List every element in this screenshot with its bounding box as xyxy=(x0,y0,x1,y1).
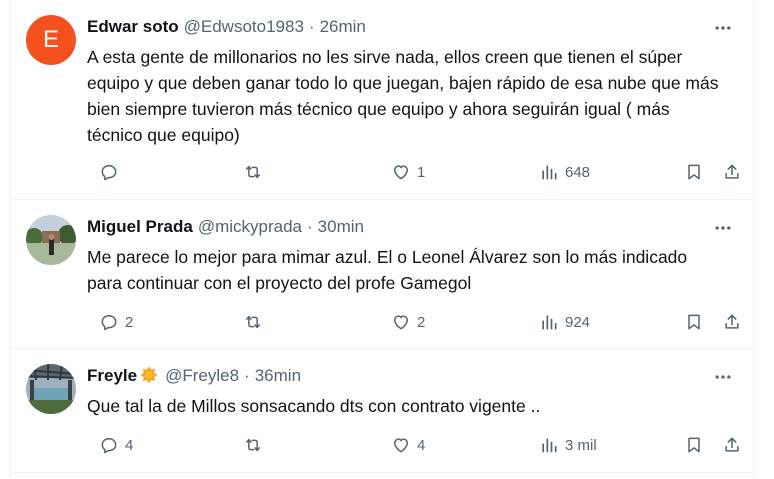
like-button[interactable]: 2 xyxy=(391,310,425,334)
more-options-button[interactable] xyxy=(711,367,735,387)
retweet-icon xyxy=(246,165,260,179)
bookmark-icon xyxy=(688,314,700,330)
reply-bubble-icon xyxy=(101,315,117,331)
heart-icon xyxy=(394,165,408,180)
tweet-header: Edwar soto @Edwsoto1983 · 26min xyxy=(87,16,366,38)
tweet-text: A esta gente de millonarios no les sirve… xyxy=(87,47,719,145)
avatar-photo-park xyxy=(26,215,76,265)
reply-count: 4 xyxy=(125,436,134,454)
views-chart-icon xyxy=(542,315,557,330)
share-button[interactable] xyxy=(722,160,742,184)
avatar-letter: E xyxy=(42,26,59,53)
more-horizontal-icon xyxy=(715,26,731,30)
more-options-button[interactable] xyxy=(711,18,735,38)
user-handle[interactable]: @Freyle8 xyxy=(165,366,239,386)
bookmark-button[interactable] xyxy=(684,433,704,457)
views-count: 924 xyxy=(565,313,591,331)
views-count: 648 xyxy=(565,163,591,181)
tweet-actions: 4 4 3 mil xyxy=(87,433,747,457)
more-horizontal-icon xyxy=(715,226,731,230)
bookmark-button[interactable] xyxy=(684,160,704,184)
retweet-button[interactable] xyxy=(243,310,269,334)
tweet-actions: 1 648 xyxy=(87,160,747,184)
tweet-actions: 2 2 924 xyxy=(87,310,747,334)
bookmark-icon xyxy=(688,164,700,180)
avatar[interactable]: E xyxy=(26,15,76,65)
retweet-icon xyxy=(246,315,260,329)
like-button[interactable]: 1 xyxy=(391,160,425,184)
tweet-text: Que tal la de Millos sonsacando dts con … xyxy=(87,396,541,416)
bookmark-icon xyxy=(688,437,700,453)
like-count: 1 xyxy=(417,163,426,181)
retweet-icon xyxy=(246,438,260,452)
share-button[interactable] xyxy=(722,433,742,457)
sun-badge-icon xyxy=(138,365,160,387)
share-icon xyxy=(725,164,739,179)
views-button[interactable]: 924 xyxy=(539,310,590,334)
user-name[interactable]: Miguel Prada xyxy=(87,217,193,237)
tweet-2[interactable]: Miguel Prada @mickyprada · 30min Me pare… xyxy=(11,200,755,349)
heart-icon xyxy=(394,438,408,453)
separator: · xyxy=(307,217,313,236)
retweet-button[interactable] xyxy=(243,160,269,184)
avatar[interactable] xyxy=(26,215,76,265)
heart-icon xyxy=(394,315,408,330)
more-horizontal-icon xyxy=(715,375,731,379)
retweet-button[interactable] xyxy=(243,433,269,457)
bookmark-button[interactable] xyxy=(684,310,704,334)
timestamp[interactable]: 26min xyxy=(320,17,366,37)
tweet-1[interactable]: E Edwar soto @Edwsoto1983 · 26min A esta… xyxy=(11,0,755,200)
avatar-photo-pergola xyxy=(26,364,76,414)
views-chart-icon xyxy=(542,165,557,180)
separator: · xyxy=(308,17,315,36)
reply-button[interactable] xyxy=(99,160,125,184)
reply-count: 2 xyxy=(125,313,134,331)
separator: · xyxy=(244,366,250,385)
tweet-header: Freyle @Freyle8 · 36min xyxy=(87,365,301,387)
reply-button[interactable]: 4 xyxy=(99,433,133,457)
reply-bubble-icon xyxy=(101,165,117,181)
reply-bubble-icon xyxy=(101,438,117,454)
avatar[interactable] xyxy=(26,364,76,414)
timestamp[interactable]: 36min xyxy=(255,366,301,386)
share-button[interactable] xyxy=(722,310,742,334)
replies-feed: E Edwar soto @Edwsoto1983 · 26min A esta… xyxy=(10,0,755,479)
tweet-header: Miguel Prada @mickyprada · 30min xyxy=(87,216,364,238)
share-icon xyxy=(725,437,739,452)
tweet-text: Me parece lo mejor para mimar azul. El o… xyxy=(87,247,688,293)
like-button[interactable]: 4 xyxy=(391,433,425,457)
more-options-button[interactable] xyxy=(711,218,735,238)
views-button[interactable]: 648 xyxy=(539,160,590,184)
like-count: 4 xyxy=(417,436,426,454)
user-handle[interactable]: @mickyprada xyxy=(198,217,302,237)
tweet-3[interactable]: Freyle @Freyle8 · 36min Que tal la de Mi… xyxy=(11,349,755,473)
views-count: 3 mil xyxy=(565,436,597,454)
timestamp[interactable]: 30min xyxy=(318,217,364,237)
views-button[interactable]: 3 mil xyxy=(539,433,597,457)
user-handle[interactable]: @Edwsoto1983 xyxy=(184,17,304,37)
user-name[interactable]: Freyle xyxy=(87,366,137,386)
share-icon xyxy=(725,314,739,329)
views-chart-icon xyxy=(542,438,557,453)
user-name[interactable]: Edwar soto xyxy=(87,17,179,37)
like-count: 2 xyxy=(417,313,426,331)
reply-button[interactable]: 2 xyxy=(99,310,133,334)
